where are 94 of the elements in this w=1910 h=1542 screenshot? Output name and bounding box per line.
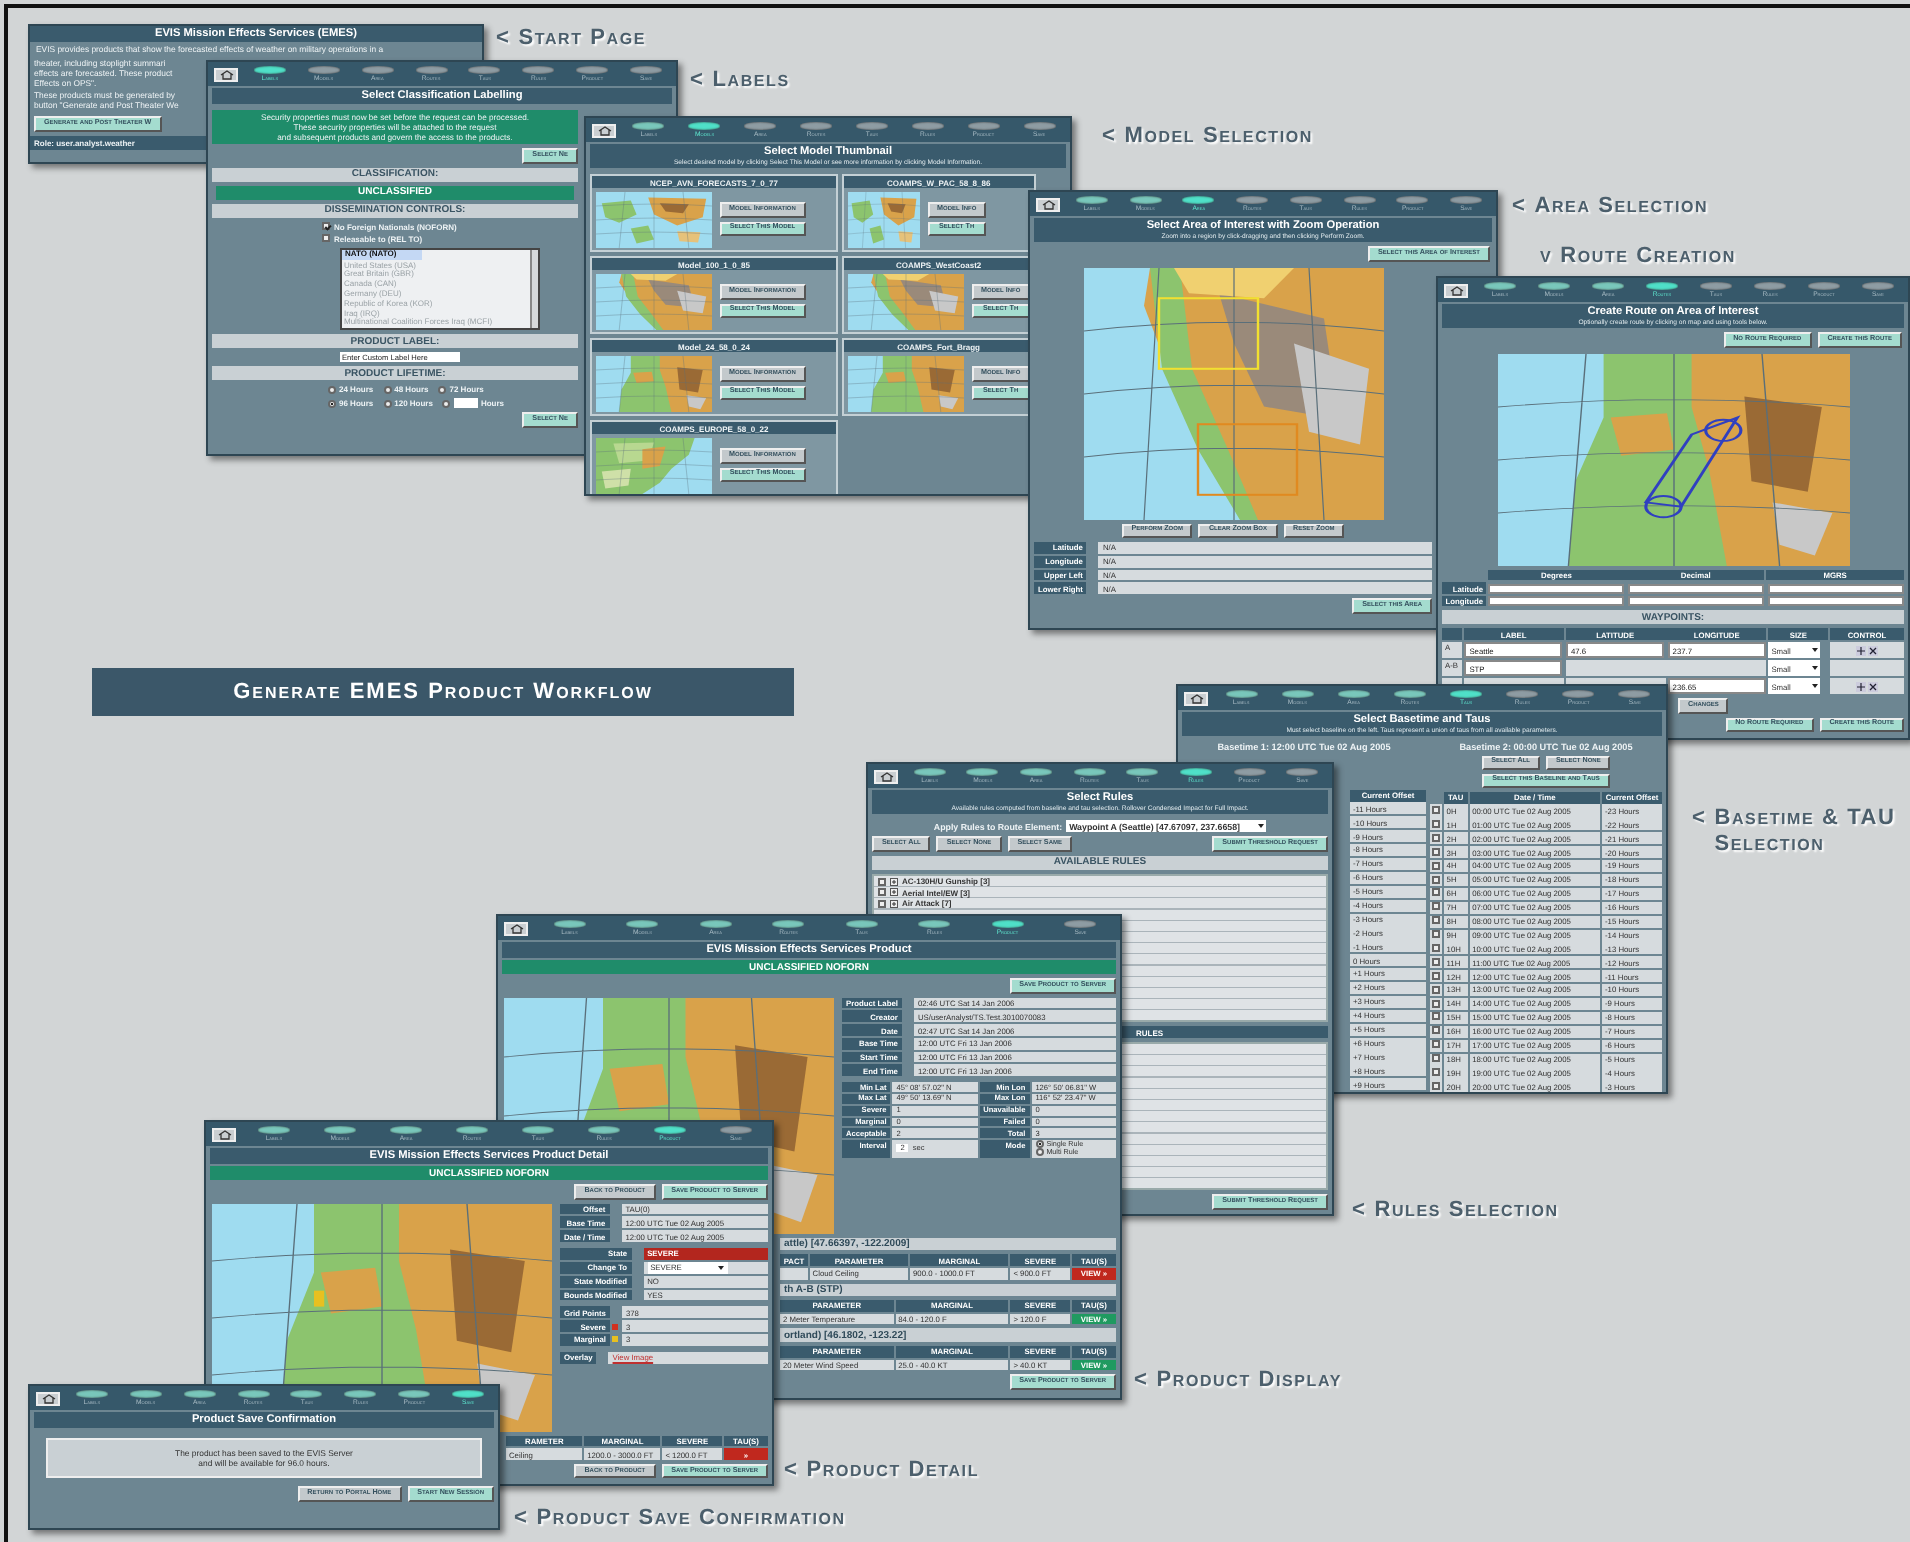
radio-button[interactable]	[328, 385, 336, 394]
home-icon	[1041, 199, 1055, 209]
home-icon	[1449, 285, 1463, 295]
radio-button[interactable]	[328, 399, 336, 408]
step-caption: Model Selection	[1124, 124, 1313, 150]
checkbox[interactable]	[1431, 943, 1440, 952]
move-icon[interactable]	[1855, 645, 1866, 656]
caption-arrow: <	[784, 1458, 799, 1484]
step-caption: Rules Selection	[1374, 1198, 1559, 1224]
workflow-banner: Generate EMES Product Workflow	[92, 668, 794, 716]
home-button[interactable]	[504, 921, 528, 935]
caption-arrow: <	[1352, 1198, 1367, 1224]
input-field[interactable]	[1767, 596, 1904, 607]
delete-icon[interactable]	[1867, 645, 1878, 656]
step-caption: Route Creation	[1560, 244, 1736, 270]
checkbox[interactable]	[1431, 1026, 1440, 1035]
caption-arrow: <	[1134, 1368, 1149, 1394]
checkbox[interactable]	[1431, 957, 1440, 966]
checkbox[interactable]	[1431, 819, 1440, 828]
caption-arrow: <	[496, 26, 511, 52]
caret-icon	[1811, 648, 1818, 653]
checkbox[interactable]	[1431, 833, 1440, 842]
home-button[interactable]	[36, 1391, 60, 1405]
caption-arrow: <	[514, 1506, 529, 1532]
checkbox[interactable]	[1431, 916, 1440, 925]
table-header	[1442, 628, 1462, 641]
checkbox[interactable]	[1431, 847, 1440, 856]
step-caption: Product Display	[1156, 1368, 1342, 1394]
caret-icon	[1257, 824, 1264, 829]
caption-arrow: <	[1512, 194, 1527, 220]
step-caption: Basetime & TAU	[1714, 806, 1896, 832]
checkbox[interactable]	[1431, 985, 1440, 994]
scrollbar[interactable]	[530, 249, 538, 329]
input-field[interactable]	[1767, 583, 1904, 594]
checkbox[interactable]	[1431, 1040, 1440, 1049]
input-field[interactable]	[1488, 596, 1625, 607]
home-icon	[1189, 693, 1203, 703]
caption-arrow: <	[1692, 806, 1707, 834]
radio-button[interactable]	[383, 385, 392, 394]
home-button[interactable]	[212, 1127, 236, 1141]
expand-icon[interactable]	[890, 888, 898, 897]
checkbox[interactable]	[1431, 999, 1440, 1008]
step-caption: Selection	[1714, 831, 1827, 857]
home-button[interactable]	[1184, 691, 1208, 705]
input-field[interactable]	[1627, 583, 1764, 594]
checkbox[interactable]	[1431, 971, 1440, 980]
checkbox[interactable]	[878, 888, 886, 897]
checkbox[interactable]	[1431, 930, 1440, 939]
checkbox[interactable]	[1431, 1012, 1440, 1021]
input-field[interactable]	[453, 398, 478, 409]
step-caption: Area Selection	[1534, 194, 1709, 220]
caption-arrow: <	[1102, 124, 1117, 150]
home-button[interactable]	[592, 123, 616, 137]
home-button[interactable]	[1036, 197, 1060, 211]
home-button[interactable]	[1444, 283, 1468, 297]
checkbox[interactable]	[1431, 1054, 1440, 1063]
caret-icon	[1811, 684, 1818, 689]
checkbox[interactable]	[1431, 1068, 1440, 1076]
radio-button[interactable]	[438, 385, 447, 394]
home-icon	[597, 125, 611, 135]
home-icon	[509, 923, 523, 933]
caption-arrow: v	[1540, 244, 1553, 270]
checkbox[interactable]	[878, 877, 886, 886]
checkbox[interactable]	[1431, 1081, 1440, 1090]
step-caption: Product Detail	[806, 1458, 980, 1484]
checkbox[interactable]	[1431, 875, 1440, 884]
expand-icon[interactable]	[890, 899, 898, 908]
radio-button[interactable]	[442, 399, 451, 408]
delete-icon[interactable]	[1867, 681, 1878, 692]
checkbox[interactable]	[322, 222, 330, 231]
home-icon	[879, 771, 893, 781]
home-icon	[217, 1129, 231, 1139]
checkbox[interactable]	[1431, 806, 1440, 815]
radio-button[interactable]	[383, 399, 392, 408]
checkbox[interactable]	[1431, 888, 1440, 897]
home-icon	[41, 1393, 55, 1403]
home-icon	[219, 69, 233, 79]
move-icon[interactable]	[1855, 681, 1866, 692]
step-caption: Start Page	[518, 26, 647, 52]
caption-arrow: <	[690, 68, 705, 94]
input-field[interactable]	[1627, 596, 1764, 607]
caret-icon	[718, 1265, 725, 1270]
checkbox[interactable]	[1431, 902, 1440, 911]
checkbox[interactable]	[1431, 861, 1440, 870]
checkbox[interactable]	[878, 899, 886, 908]
step-caption: Labels	[712, 68, 790, 94]
caret-icon	[1811, 666, 1818, 671]
expand-icon[interactable]	[890, 877, 898, 886]
home-button[interactable]	[874, 769, 898, 783]
radio-button[interactable]	[1035, 1148, 1044, 1157]
home-button[interactable]	[214, 67, 238, 81]
checkbox[interactable]	[322, 234, 330, 243]
input-field[interactable]	[1488, 583, 1625, 594]
step-caption: Product Save Confirmation	[536, 1506, 846, 1532]
